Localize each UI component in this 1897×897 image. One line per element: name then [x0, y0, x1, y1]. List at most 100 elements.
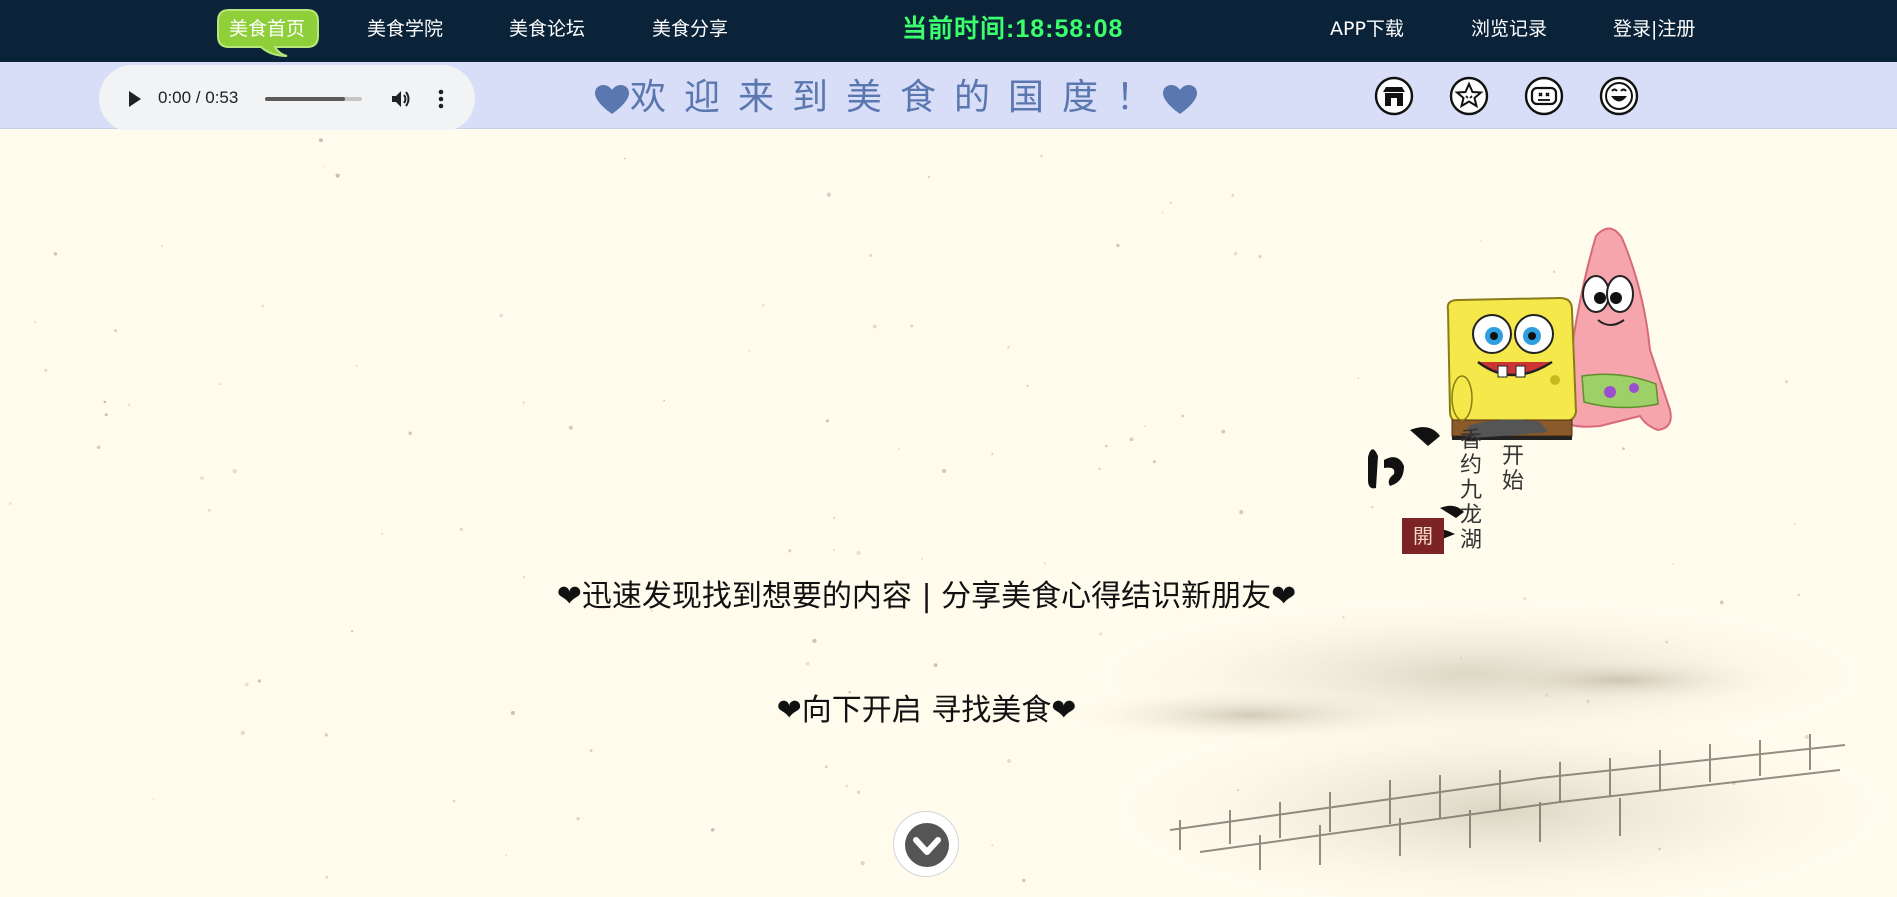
audio-seek-bar[interactable]: [265, 97, 362, 101]
background-dot: [1026, 384, 1029, 387]
background-dot: [824, 765, 828, 769]
scroll-down-button[interactable]: [893, 811, 959, 877]
background-dot: [1116, 243, 1120, 248]
audio-player: 0:00 / 0:53: [99, 65, 475, 132]
background-dot: [459, 527, 463, 531]
background-dot: [1221, 429, 1226, 434]
audio-time: 0:00 / 0:53: [158, 88, 239, 107]
nav-item-forum[interactable]: 美食论坛: [509, 14, 585, 44]
background-dot: [898, 448, 900, 450]
background-dot: [408, 431, 412, 435]
background-dot: [114, 329, 118, 333]
background-dot: [1129, 437, 1134, 442]
smiley-icon[interactable]: [1599, 76, 1639, 116]
calligraphy-text-1: 香约九龙湖: [1459, 428, 1482, 553]
background-dot: [942, 468, 947, 474]
hero-section: 香约九龙湖 开始 開 ❤迅速发现找到想要的内容 | 分享美食心得结识新朋友❤ ❤…: [0, 130, 1897, 897]
nav-item-academy[interactable]: 美食学院: [367, 14, 443, 44]
background-dot: [160, 244, 164, 247]
background-dot: [812, 638, 817, 644]
current-time: 当前时间:18:58:08: [902, 15, 1124, 43]
background-dot: [833, 516, 836, 519]
background-dot: [261, 304, 265, 308]
spongebob-illustration: [1446, 296, 1578, 440]
background-dot: [576, 817, 580, 821]
background-dot: [748, 350, 751, 352]
house-icon[interactable]: [1374, 76, 1414, 116]
background-dot: [335, 173, 340, 178]
background-dot: [96, 445, 101, 449]
background-dot: [927, 175, 931, 179]
background-dot: [1099, 632, 1103, 636]
chevron-down-icon: [905, 823, 949, 867]
background-dot: [1239, 510, 1244, 515]
background-dot: [856, 550, 861, 556]
calligraphy-text-2: 开始: [1501, 444, 1524, 494]
background-dot: [825, 419, 830, 423]
background-dot: [8, 501, 12, 505]
more-options-icon[interactable]: [435, 87, 447, 111]
background-dot: [355, 365, 358, 367]
background-dot: [34, 321, 36, 323]
background-dot: [380, 532, 384, 536]
background-dot: [232, 469, 237, 474]
nav-item-share[interactable]: 美食分享: [652, 14, 728, 44]
background-dot: [240, 730, 245, 735]
background-dot: [788, 548, 792, 553]
gamepad-icon[interactable]: [1524, 76, 1564, 116]
background-dot: [1793, 522, 1796, 525]
nav-login-register[interactable]: 登录|注册: [1613, 14, 1695, 44]
background-dot: [322, 165, 325, 168]
welcome-banner: 欢迎来到美食的国度！: [594, 76, 1198, 120]
background-dot: [128, 403, 131, 406]
nav-item-home[interactable]: 美食首页: [215, 6, 319, 58]
audio-seek-fill: [265, 97, 345, 101]
background-dot: [1181, 414, 1184, 418]
nav-history[interactable]: 浏览记录: [1471, 14, 1547, 44]
background-dot: [318, 138, 323, 143]
star-face-icon[interactable]: [1449, 76, 1489, 116]
background-dot: [710, 827, 715, 832]
background-dot: [103, 400, 107, 404]
red-seal-stamp: 開: [1402, 518, 1444, 554]
background-dot: [845, 784, 849, 788]
welcome-text: 欢迎来到美食的国度！: [630, 77, 1171, 118]
background-dot: [1161, 211, 1164, 214]
background-dot: [350, 630, 354, 633]
background-dot: [761, 304, 765, 307]
background-dot: [1022, 878, 1026, 883]
background-dot: [452, 799, 456, 803]
background-dot: [921, 557, 924, 560]
nav-app-download[interactable]: APP下载: [1330, 14, 1404, 44]
background-dot: [1105, 444, 1108, 448]
background-dot: [152, 797, 155, 800]
background-dot: [1098, 467, 1101, 470]
background-dot: [200, 476, 204, 480]
volume-icon[interactable]: [389, 87, 413, 111]
background-dot: [1552, 270, 1556, 274]
background-dot: [833, 549, 836, 551]
background-dot: [663, 399, 666, 402]
background-dot: [53, 252, 58, 256]
background-dot: [860, 861, 865, 866]
background-dot: [933, 663, 938, 667]
background-dot: [1040, 154, 1043, 158]
background-dot: [207, 508, 211, 512]
background-dot: [1233, 251, 1238, 256]
background-dot: [1007, 346, 1010, 349]
background-dot: [1357, 377, 1360, 379]
play-icon[interactable]: [126, 88, 144, 110]
background-dot: [1169, 201, 1173, 205]
background-dot: [872, 324, 877, 329]
hero-subtitle: ❤向下开启 寻找美食❤: [776, 693, 1077, 728]
background-dot: [991, 453, 994, 456]
background-dot: [624, 157, 626, 160]
background-dot: [324, 733, 328, 737]
background-dot: [856, 790, 861, 794]
background-dot: [1231, 193, 1235, 197]
top-nav: 美食首页 美食学院 美食论坛 美食分享 当前时间:18:58:08 APP下载 …: [0, 0, 1897, 62]
ink-landscape-background: [8, 138, 1897, 897]
heart-icon: [1163, 85, 1198, 114]
background-dot: [505, 854, 507, 857]
background-dot: [257, 679, 261, 683]
